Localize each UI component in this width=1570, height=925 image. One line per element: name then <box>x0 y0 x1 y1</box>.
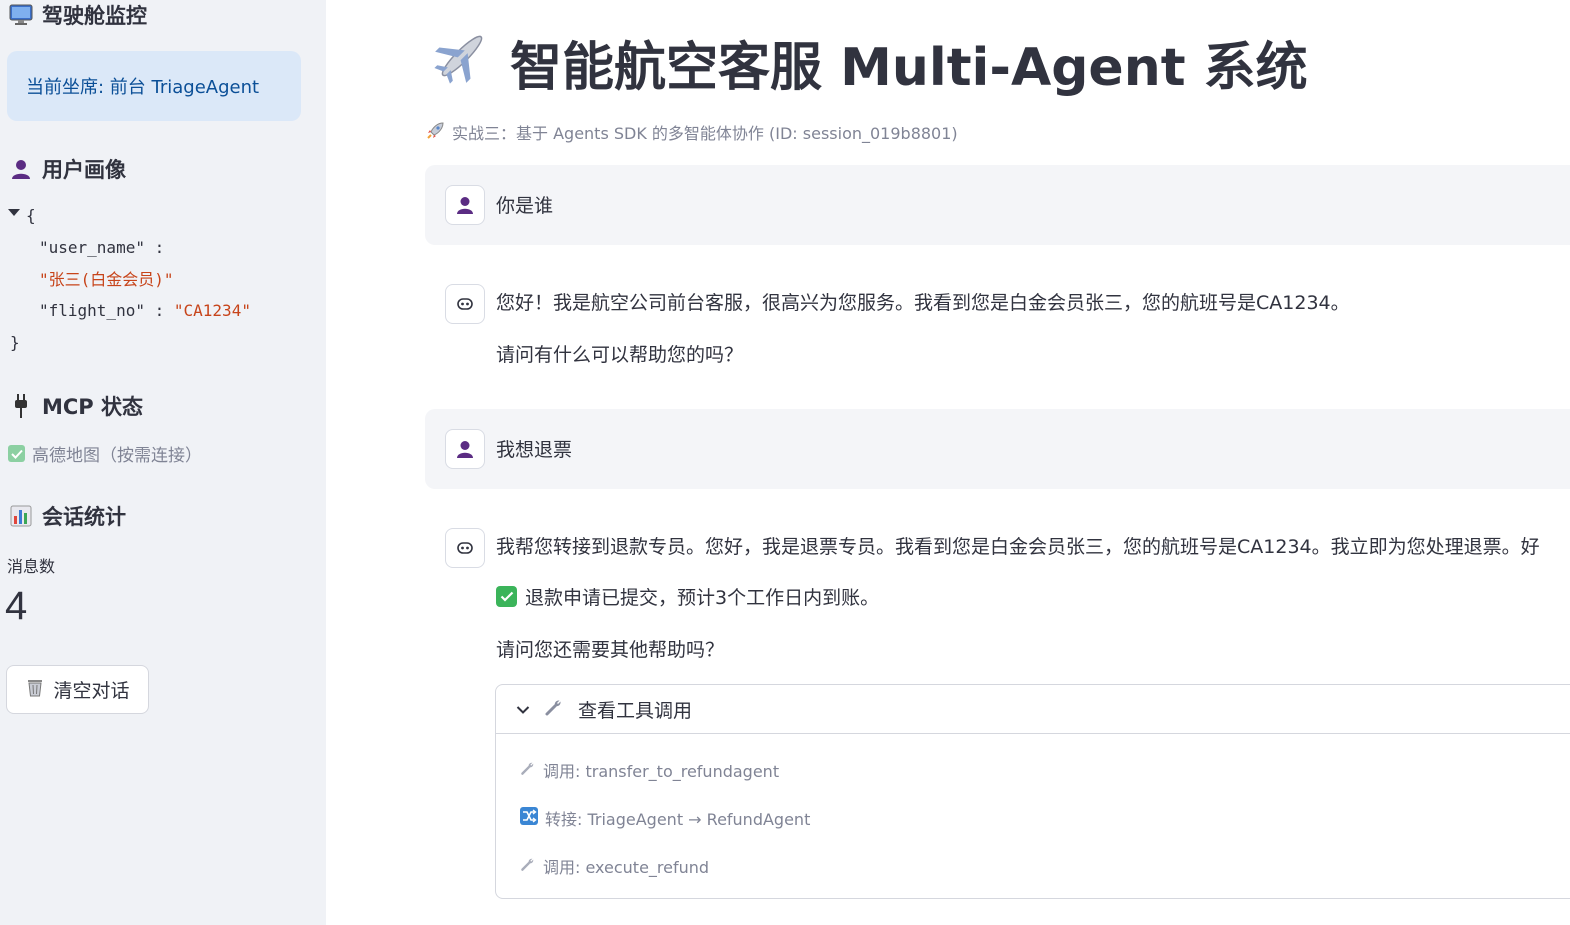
airplane-icon <box>432 26 492 99</box>
json-key-flight-no: "flight_no" : "CA1234" <box>39 301 251 320</box>
json-value-flight-no: "CA1234" <box>173 301 251 320</box>
tool-calls-expander-label: 查看工具调用 <box>578 699 693 722</box>
json-open-brace: { <box>26 206 36 225</box>
message-text: 请问您还需要其他帮助吗？ <box>496 639 725 661</box>
message-text: 退款申请已提交，预计3个工作日内到账。 <box>525 587 880 609</box>
mcp-header: MCP 状态 <box>8 391 143 421</box>
page-title: 智能航空客服 Multi-Agent 系统 <box>510 38 1308 98</box>
check-icon <box>496 586 517 607</box>
mcp-title: MCP 状态 <box>42 395 144 419</box>
check-icon <box>8 445 25 462</box>
message-count-value: 4 <box>5 584 28 628</box>
cockpit-header: 驾驶舱监控 <box>8 0 147 30</box>
profile-header: 用户画像 <box>8 154 126 184</box>
monitor-icon <box>8 2 34 28</box>
message-text: 我帮您转接到退款专员。您好，我是退票专员。我看到您是白金会员张三，您的航班号是C… <box>496 536 1540 558</box>
assistant-avatar <box>445 284 485 324</box>
page-caption-text: 实战三：基于 Agents SDK 的多智能体协作 (ID: session_0… <box>452 124 958 143</box>
tool-call-text: 转接: TriageAgent → RefundAgent <box>545 810 811 829</box>
message-text-line: 退款申请已提交，预计3个工作日内到账。 <box>496 583 879 610</box>
message-text: 我想退票 <box>496 439 573 461</box>
message-text: 您好！我是航空公司前台客服，很高兴为您服务。我看到您是白金会员张三，您的航班号是… <box>496 292 1350 314</box>
tool-call-line: 调用: execute_refund <box>520 854 709 878</box>
bar-chart-icon <box>8 503 34 529</box>
current-seat-info: 当前坐席: 前台 TriageAgent <box>7 51 301 121</box>
chat-message-assistant: 您好！我是航空公司前台客服，很高兴为您服务。我看到您是白金会员张三，您的航班号是… <box>425 264 1570 394</box>
chevron-down-icon <box>516 698 530 720</box>
message-text: 请问有什么可以帮助您的吗？ <box>496 344 744 366</box>
tool-call-text: 调用: transfer_to_refundagent <box>543 762 780 781</box>
mcp-status-text: 高德地图（按需连接） <box>32 446 202 466</box>
tool-call-line: 转接: TriageAgent → RefundAgent <box>520 806 810 830</box>
message-text: 你是谁 <box>496 195 554 217</box>
wrench-icon <box>520 760 536 780</box>
user-avatar <box>445 185 485 225</box>
stats-header: 会话统计 <box>8 501 126 531</box>
shuffle-icon <box>520 807 538 829</box>
chat-message-assistant: 我帮您转接到退款专员。您好，我是退票专员。我看到您是白金会员张三，您的航班号是C… <box>425 508 1570 661</box>
message-count-label: 消息数 <box>7 557 56 576</box>
page-title-row: 智能航空客服 Multi-Agent 系统 <box>432 25 1308 100</box>
profile-title: 用户画像 <box>42 158 126 182</box>
user-icon <box>8 156 34 182</box>
assistant-icon <box>457 542 473 554</box>
assistant-avatar <box>445 528 485 568</box>
rocket-icon <box>426 120 446 144</box>
cockpit-title: 驾驶舱监控 <box>42 4 147 28</box>
page-caption: 实战三：基于 Agents SDK 的多智能体协作 (ID: session_0… <box>426 120 958 144</box>
user-icon <box>457 197 473 214</box>
plug-icon <box>8 393 34 419</box>
user-icon <box>457 441 473 458</box>
wastebasket-icon <box>25 677 45 702</box>
sidebar: 驾驶舱监控 当前坐席: 前台 TriageAgent 用户画像 { "user_… <box>0 0 326 925</box>
tool-calls-expander-header[interactable]: 查看工具调用 <box>496 685 1570 734</box>
chat-message-user: 你是谁 <box>425 165 1570 245</box>
json-key-user-name: "user_name" : <box>39 238 165 257</box>
json-value-user-name: "张三(白金会员)" <box>39 270 174 289</box>
assistant-icon <box>457 298 473 310</box>
chat-message-user: 我想退票 <box>425 409 1570 489</box>
wrench-icon <box>520 856 536 876</box>
mcp-status-row: 高德地图（按需连接） <box>8 441 202 466</box>
tool-call-line: 调用: transfer_to_refundagent <box>520 758 779 782</box>
user-avatar <box>445 429 485 469</box>
wrench-icon <box>544 697 564 722</box>
tool-calls-expander: 查看工具调用 调用: transfer_to_refundagent 转接: T… <box>495 684 1570 899</box>
stats-title: 会话统计 <box>42 505 126 529</box>
main-content: 智能航空客服 Multi-Agent 系统 实战三：基于 Agents SDK … <box>326 0 1570 925</box>
tool-call-text: 调用: execute_refund <box>543 858 710 877</box>
json-close-brace: } <box>10 333 20 352</box>
collapse-caret-icon[interactable] <box>8 209 20 216</box>
clear-chat-label: 清空对话 <box>53 680 130 702</box>
clear-chat-button[interactable]: 清空对话 <box>6 665 149 714</box>
